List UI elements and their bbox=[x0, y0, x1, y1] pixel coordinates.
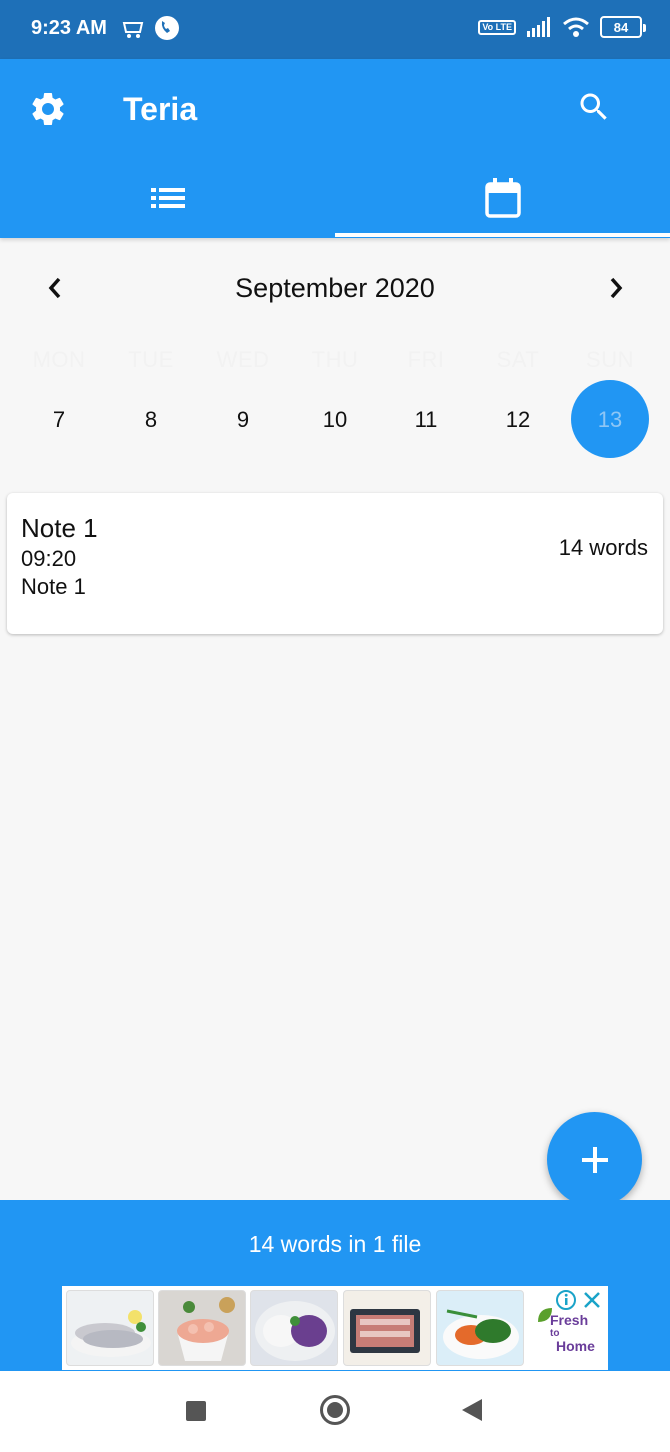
chevron-right-icon bbox=[610, 277, 623, 299]
status-bar: 9:23 AM Vo LTE 84 bbox=[0, 0, 670, 59]
home-button[interactable] bbox=[320, 1395, 350, 1425]
ad-image-fish[interactable] bbox=[66, 1290, 154, 1366]
close-icon bbox=[584, 1292, 600, 1308]
bowls-image bbox=[255, 1301, 335, 1361]
info-icon bbox=[556, 1290, 576, 1310]
wifi-icon bbox=[563, 17, 589, 37]
prawns-image bbox=[177, 1297, 235, 1361]
ad-brand-line3: Home bbox=[556, 1338, 595, 1354]
day-cell[interactable]: 10 bbox=[289, 398, 381, 442]
battery-level: 84 bbox=[613, 19, 629, 35]
ad-close-button[interactable] bbox=[582, 1290, 602, 1310]
shopping-cart-icon bbox=[122, 22, 144, 38]
day-cell[interactable]: 11 bbox=[380, 398, 472, 442]
day-cell[interactable]: 8 bbox=[105, 398, 197, 442]
list-icon bbox=[150, 188, 185, 208]
tab-calendar[interactable] bbox=[335, 159, 670, 237]
app-bar: Teria bbox=[0, 59, 670, 238]
note-time: 09:20 bbox=[21, 546, 77, 571]
day-cell[interactable]: 9 bbox=[197, 398, 289, 442]
settings-button[interactable] bbox=[28, 89, 68, 129]
plus-icon bbox=[581, 1146, 608, 1173]
add-note-button[interactable] bbox=[547, 1112, 642, 1207]
day-cell[interactable]: 12 bbox=[472, 398, 564, 442]
calendar-icon bbox=[484, 178, 521, 218]
month-header: September 2020 bbox=[0, 262, 670, 316]
volte-badge: Vo LTE bbox=[478, 19, 516, 35]
note-title: Note 1 bbox=[21, 513, 98, 543]
note-word-count: 14 words bbox=[558, 535, 648, 560]
weekday-sun: SUN bbox=[586, 347, 634, 372]
signal-icon bbox=[527, 17, 550, 37]
footer-summary: 14 words in 1 file bbox=[248, 1231, 422, 1257]
weekday-tue: TUE bbox=[128, 347, 174, 372]
search-button[interactable] bbox=[576, 89, 612, 125]
weekday-fri: FRI bbox=[407, 347, 445, 372]
tab-indicator bbox=[335, 233, 670, 237]
day-cell-selected[interactable]: 13 bbox=[564, 398, 656, 442]
recents-button[interactable] bbox=[186, 1401, 206, 1421]
status-notification-icons bbox=[122, 15, 180, 41]
ad-image-vegetables[interactable] bbox=[436, 1290, 524, 1366]
ad-image-bowls[interactable] bbox=[250, 1290, 338, 1366]
weekday-sat: SAT bbox=[496, 347, 540, 372]
ad-image-prawns[interactable] bbox=[158, 1290, 246, 1366]
system-nav-bar bbox=[0, 1371, 670, 1452]
month-title: September 2020 bbox=[235, 273, 435, 303]
phone-call-icon bbox=[155, 16, 179, 40]
note-preview: Note 1 bbox=[21, 574, 86, 599]
search-icon bbox=[580, 93, 607, 120]
fish-image bbox=[71, 1310, 151, 1357]
vegetables-image bbox=[443, 1309, 519, 1359]
ad-banner[interactable]: Fresh to Home bbox=[62, 1286, 608, 1370]
tray-image bbox=[350, 1309, 420, 1353]
note-card[interactable]: Note 1 09:20 Note 1 14 words bbox=[7, 493, 663, 634]
back-button[interactable] bbox=[462, 1399, 482, 1421]
next-month-button[interactable] bbox=[600, 272, 632, 304]
gear-icon bbox=[32, 92, 64, 125]
weekday-wed: WED bbox=[216, 347, 270, 372]
day-cell[interactable]: 7 bbox=[13, 398, 105, 442]
ad-info-button[interactable] bbox=[556, 1290, 576, 1310]
battery-icon: 84 bbox=[600, 16, 646, 38]
leaf-icon bbox=[538, 1308, 552, 1322]
status-time: 9:23 AM bbox=[31, 17, 107, 39]
tab-list[interactable] bbox=[0, 159, 335, 237]
app-title: Teria bbox=[123, 91, 198, 127]
ad-brand-logo: Fresh to Home bbox=[538, 1308, 595, 1354]
status-system-icons: Vo LTE 84 bbox=[478, 16, 646, 38]
weekday-mon: MON bbox=[32, 347, 86, 372]
weekday-thu: THU bbox=[311, 347, 359, 372]
ad-image-tray[interactable] bbox=[343, 1290, 431, 1366]
